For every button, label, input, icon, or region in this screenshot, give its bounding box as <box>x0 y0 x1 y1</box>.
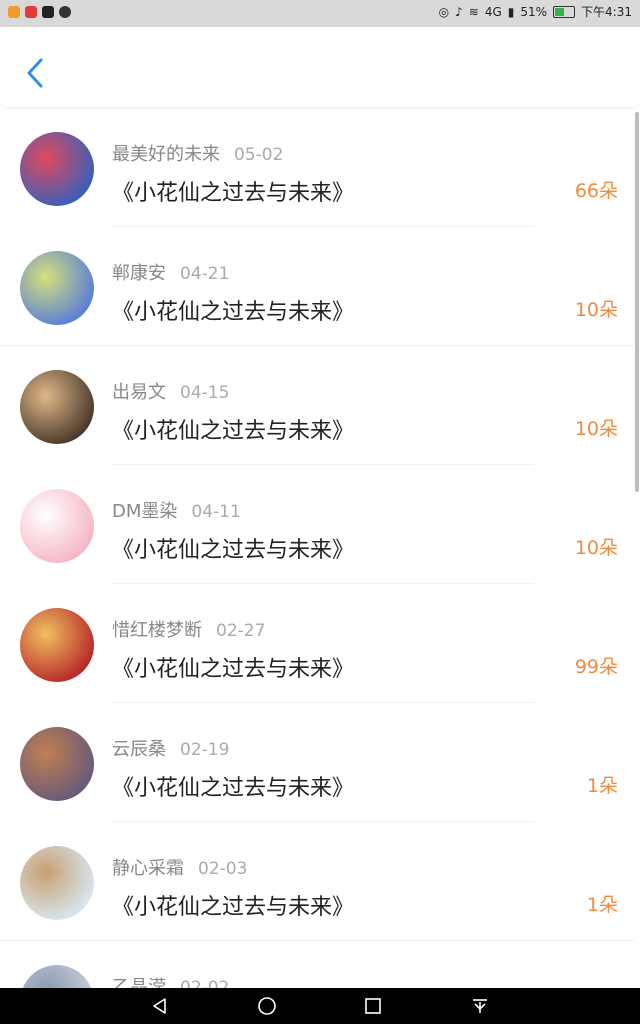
signal-icon: ▮ <box>507 5 515 19</box>
book-title: 《小花仙之过去与未来》 <box>112 419 355 444</box>
flower-count: 1朵 <box>586 775 618 797</box>
list-item[interactable]: 云辰桑 02-19 《小花仙之过去与未来》 1朵 <box>0 703 634 822</box>
back-button[interactable] <box>20 55 50 91</box>
book-title: 《小花仙之过去与未来》 <box>112 657 355 682</box>
flower-count: 10朵 <box>574 537 618 559</box>
signal-label: 4G <box>484 5 502 19</box>
gift-date: 05-02 <box>234 145 284 165</box>
list-item[interactable]: 出易文 04-15 《小花仙之过去与未来》 10朵 <box>0 346 634 465</box>
book-title: 《小花仙之过去与未来》 <box>112 895 355 920</box>
circle-home-icon <box>258 997 276 1015</box>
user-name-text: 最美好的未来 <box>112 144 220 165</box>
square-recent-icon <box>365 998 381 1014</box>
gift-date: 04-11 <box>191 502 241 522</box>
flower-count: 10朵 <box>574 299 618 321</box>
avatar[interactable] <box>20 727 94 801</box>
avatar[interactable] <box>20 132 94 206</box>
header <box>0 27 640 107</box>
avatar[interactable] <box>20 965 94 988</box>
book-title: 《小花仙之过去与未来》 <box>112 300 355 325</box>
nfc-icon: ◎ <box>438 5 450 19</box>
list-item[interactable]: 郸康安 04-21 《小花仙之过去与未来》 10朵 <box>0 227 634 346</box>
gift-date: 04-21 <box>180 264 230 284</box>
flower-count: 1朵 <box>586 894 618 916</box>
gift-date: 04-15 <box>180 383 230 403</box>
nav-back-button[interactable] <box>145 994 175 1018</box>
list-item[interactable]: 乙晶滢 02-02 <box>0 941 634 988</box>
battery-percent: 51% <box>520 5 548 19</box>
user-name: 惜红楼梦断 02-27 <box>112 616 265 642</box>
wifi-icon: ≋ <box>468 5 479 19</box>
scrollbar[interactable] <box>635 112 639 492</box>
gift-list: 最美好的未来 05-02 《小花仙之过去与未来》 66朵郸康安 04-21 《小花仙之过去… <box>0 108 634 988</box>
list-item[interactable]: 最美好的未来 05-02 《小花仙之过去与未来》 66朵 <box>0 108 634 227</box>
user-name: 出易文 04-15 <box>112 378 229 404</box>
chevron-left-icon <box>27 58 43 88</box>
book-title: 《小花仙之过去与未来》 <box>112 776 355 801</box>
user-name: 静心采霜 02-03 <box>112 854 247 880</box>
avatar[interactable] <box>20 370 94 444</box>
nav-recent-button[interactable] <box>358 994 388 1018</box>
status-bar: ◎ ♪ ≋ 4G ▮ 51% 下午4:31 <box>0 0 640 27</box>
user-name-text: 静心采霜 <box>112 858 184 879</box>
nav-notification-button[interactable] <box>465 994 495 1018</box>
user-name-text: DM墨染 <box>112 501 178 522</box>
user-name: 郸康安 04-21 <box>112 259 229 285</box>
gift-date: 02-27 <box>216 621 266 641</box>
mute-icon: ♪ <box>455 5 463 19</box>
user-name-text: 云辰桑 <box>112 739 166 760</box>
battery-icon <box>553 6 576 18</box>
list-item[interactable]: DM墨染 04-11 《小花仙之过去与未来》 10朵 <box>0 465 634 584</box>
gift-date: 02-02 <box>180 978 230 988</box>
user-name: 云辰桑 02-19 <box>112 735 229 761</box>
clock: 下午4:31 <box>581 5 632 19</box>
user-name: 乙晶滢 02-02 <box>112 973 229 988</box>
user-name: 最美好的未来 05-02 <box>112 140 283 166</box>
message-icon <box>59 6 71 18</box>
triangle-back-icon <box>153 998 166 1014</box>
list-item[interactable]: 惜红楼梦断 02-27 《小花仙之过去与未来》 99朵 <box>0 584 634 703</box>
tiktok-app-icon <box>42 6 54 18</box>
user-name-text: 乙晶滢 <box>112 977 166 988</box>
user-name: DM墨染 04-11 <box>112 497 241 523</box>
avatar[interactable] <box>20 489 94 563</box>
video-app-icon <box>8 6 20 18</box>
book-title: 《小花仙之过去与未来》 <box>112 538 355 563</box>
avatar[interactable] <box>20 251 94 325</box>
down-arrow-icon <box>473 999 487 1013</box>
navigation-bar <box>0 988 640 1024</box>
gift-date: 02-19 <box>180 740 230 760</box>
flower-count: 66朵 <box>574 180 618 202</box>
user-name-text: 出易文 <box>112 382 166 403</box>
avatar[interactable] <box>20 608 94 682</box>
avatar[interactable] <box>20 846 94 920</box>
news-app-icon <box>25 6 37 18</box>
flower-count: 99朵 <box>574 656 618 678</box>
user-name-text: 惜红楼梦断 <box>112 620 202 641</box>
user-name-text: 郸康安 <box>112 263 166 284</box>
book-title: 《小花仙之过去与未来》 <box>112 181 355 206</box>
gift-date: 02-03 <box>198 859 248 879</box>
nav-home-button[interactable] <box>252 994 282 1018</box>
list-item[interactable]: 静心采霜 02-03 《小花仙之过去与未来》 1朵 <box>0 822 634 941</box>
flower-count: 10朵 <box>574 418 618 440</box>
